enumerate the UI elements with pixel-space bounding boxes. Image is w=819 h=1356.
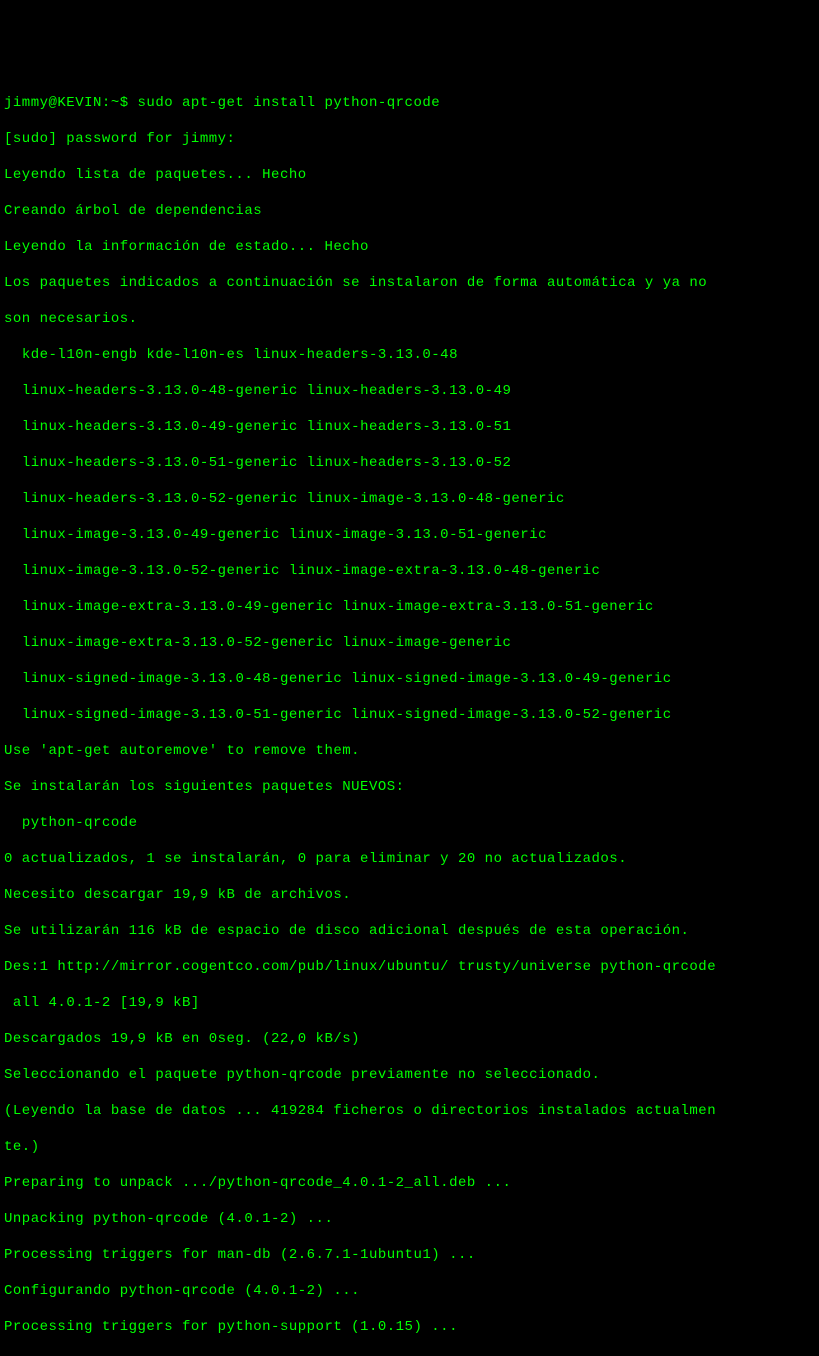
- terminal-line: Se instalarán los siguientes paquetes NU…: [4, 778, 815, 796]
- terminal-line: linux-signed-image-3.13.0-48-generic lin…: [4, 670, 815, 688]
- terminal-line: son necesarios.: [4, 310, 815, 328]
- terminal-line: jimmy@KEVIN:~$ qr "Some text" > test.png: [4, 1354, 815, 1356]
- terminal-line: te.): [4, 1138, 815, 1156]
- terminal-line: Processing triggers for python-support (…: [4, 1318, 815, 1336]
- terminal-line: linux-image-extra-3.13.0-52-generic linu…: [4, 634, 815, 652]
- terminal-line: (Leyendo la base de datos ... 419284 fic…: [4, 1102, 815, 1120]
- terminal-line: Unpacking python-qrcode (4.0.1-2) ...: [4, 1210, 815, 1228]
- terminal-line: jimmy@KEVIN:~$ sudo apt-get install pyth…: [4, 94, 815, 112]
- terminal-line: Descargados 19,9 kB en 0seg. (22,0 kB/s): [4, 1030, 815, 1048]
- terminal-line: linux-headers-3.13.0-52-generic linux-im…: [4, 490, 815, 508]
- terminal-line: Preparing to unpack .../python-qrcode_4.…: [4, 1174, 815, 1192]
- terminal-line: [sudo] password for jimmy:: [4, 130, 815, 148]
- terminal-line: Leyendo lista de paquetes... Hecho: [4, 166, 815, 184]
- terminal-line: linux-image-3.13.0-52-generic linux-imag…: [4, 562, 815, 580]
- terminal-line: Creando árbol de dependencias: [4, 202, 815, 220]
- terminal-output[interactable]: jimmy@KEVIN:~$ sudo apt-get install pyth…: [4, 76, 815, 1356]
- terminal-line: kde-l10n-engb kde-l10n-es linux-headers-…: [4, 346, 815, 364]
- terminal-line: linux-headers-3.13.0-49-generic linux-he…: [4, 418, 815, 436]
- terminal-line: Configurando python-qrcode (4.0.1-2) ...: [4, 1282, 815, 1300]
- terminal-line: linux-image-3.13.0-49-generic linux-imag…: [4, 526, 815, 544]
- terminal-line: 0 actualizados, 1 se instalarán, 0 para …: [4, 850, 815, 868]
- terminal-line: python-qrcode: [4, 814, 815, 832]
- terminal-line: linux-headers-3.13.0-48-generic linux-he…: [4, 382, 815, 400]
- terminal-line: Se utilizarán 116 kB de espacio de disco…: [4, 922, 815, 940]
- terminal-line: Leyendo la información de estado... Hech…: [4, 238, 815, 256]
- terminal-line: Des:1 http://mirror.cogentco.com/pub/lin…: [4, 958, 815, 976]
- terminal-line: Processing triggers for man-db (2.6.7.1-…: [4, 1246, 815, 1264]
- terminal-line: Necesito descargar 19,9 kB de archivos.: [4, 886, 815, 904]
- terminal-line: linux-signed-image-3.13.0-51-generic lin…: [4, 706, 815, 724]
- terminal-line: linux-image-extra-3.13.0-49-generic linu…: [4, 598, 815, 616]
- terminal-line: Los paquetes indicados a continuación se…: [4, 274, 815, 292]
- terminal-line: all 4.0.1-2 [19,9 kB]: [4, 994, 815, 1012]
- terminal-line: Seleccionando el paquete python-qrcode p…: [4, 1066, 815, 1084]
- terminal-line: linux-headers-3.13.0-51-generic linux-he…: [4, 454, 815, 472]
- terminal-line: Use 'apt-get autoremove' to remove them.: [4, 742, 815, 760]
